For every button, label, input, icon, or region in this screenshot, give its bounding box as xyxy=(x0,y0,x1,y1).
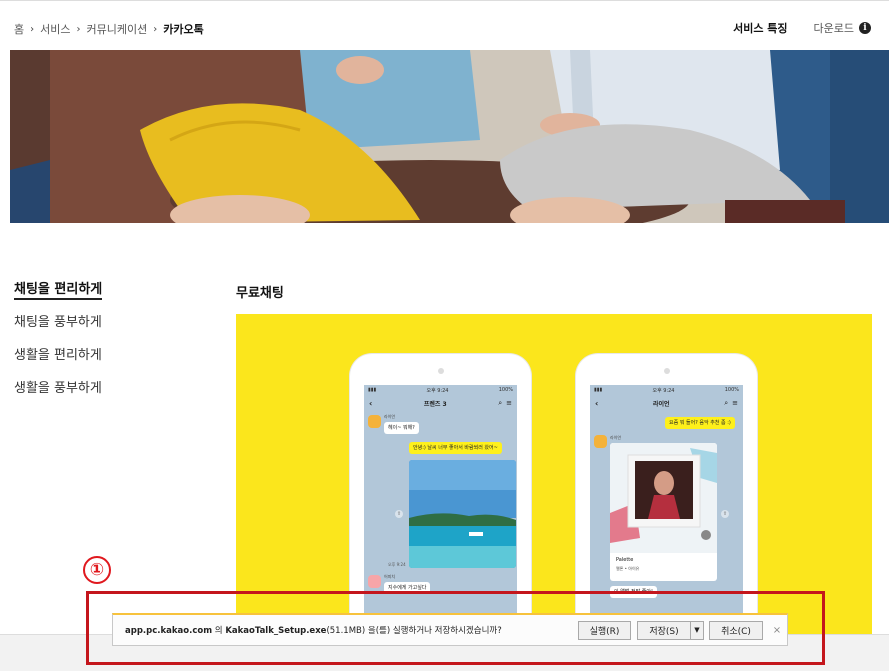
phone-screen: ▮▮▮ 오후 9:24 100% ‹ 라이언 ⌕ ≡ 요즘 뭐 들어? 음악 추천… xyxy=(590,385,743,634)
ryan-avatar xyxy=(594,435,607,448)
download-label: 다운로드 xyxy=(813,22,854,35)
music-share-card: Palette 멜론 • 아이유 xyxy=(610,443,717,581)
signal-icon: ▮▮▮ xyxy=(368,387,377,393)
shared-photo xyxy=(409,460,516,568)
apeach-avatar xyxy=(368,575,381,588)
chat-title-bar: ‹ 프렌즈 3 ⌕ ≡ xyxy=(364,395,517,411)
download-message-mid: 의 xyxy=(212,626,226,636)
sender-name: 라이언 xyxy=(384,414,396,419)
download-message-rest: (51.1MB) 을(를) 실행하거나 저장하시겠습니까? xyxy=(326,626,502,636)
side-menu-item-chat-rich[interactable]: 채팅을 풍부하게 xyxy=(14,315,154,348)
cancel-button[interactable]: 취소(C) xyxy=(709,620,763,640)
breadcrumb-separator: › xyxy=(30,23,35,35)
message-time: 오후 9:24 xyxy=(388,562,406,567)
top-bar: 홈 › 서비스 › 커뮤니케이션 › 카카오톡 서비스 특징 다운로드 i xyxy=(0,0,889,52)
annotation-number: ① xyxy=(83,556,111,584)
download-notification-bar: app.pc.kakao.com 의 KakaoTalk_Setup.exe(5… xyxy=(112,613,788,646)
side-menu-item-life-rich[interactable]: 생활을 풍부하게 xyxy=(14,381,154,414)
menu-icon: ≡ xyxy=(732,398,738,407)
breadcrumb: 홈 › 서비스 › 커뮤니케이션 › 카카오톡 xyxy=(14,21,204,37)
status-bar: ▮▮▮ 오후 9:24 100% xyxy=(364,385,517,395)
menu-icon: ≡ xyxy=(506,398,512,407)
download-site: app.pc.kakao.com xyxy=(125,626,213,636)
breadcrumb-service[interactable]: 서비스 xyxy=(40,21,70,37)
side-menu: 채팅을 편리하게 채팅을 풍부하게 생활을 편리하게 생활을 풍부하게 xyxy=(14,282,154,414)
download-message: app.pc.kakao.com 의 KakaoTalk_Setup.exe(5… xyxy=(125,624,572,636)
chat-room-title: 라이언 xyxy=(652,400,670,408)
share-icon: ⇪ xyxy=(395,510,403,518)
ryan-avatar xyxy=(368,415,381,428)
hero-image xyxy=(10,50,889,223)
chat-bubble: 지수에게 가고싶다 xyxy=(384,582,431,594)
phone-speaker xyxy=(663,368,670,374)
save-button[interactable]: 저장(S) xyxy=(637,620,691,640)
status-time: 오후 9:24 xyxy=(652,387,675,394)
section-title: 무료채팅 xyxy=(236,286,284,301)
close-icon[interactable]: × xyxy=(767,625,787,636)
battery-level: 100% xyxy=(498,387,513,393)
side-menu-item-label: 생활을 편리하게 xyxy=(14,348,102,363)
run-button[interactable]: 실행(R) xyxy=(578,620,631,640)
side-menu-item-label: 채팅을 풍부하게 xyxy=(14,315,102,330)
signal-icon: ▮▮▮ xyxy=(594,387,603,393)
phone-screen: ▮▮▮ 오후 9:24 100% ‹ 프렌즈 3 ⌕ ≡ 라이언 헤이~ 뭐해? … xyxy=(364,385,517,634)
battery-level: 100% xyxy=(724,387,739,393)
side-menu-item-chat-convenient[interactable]: 채팅을 편리하게 xyxy=(14,282,154,315)
hero-illustration xyxy=(10,50,889,223)
phone-speaker xyxy=(437,368,444,374)
download-link[interactable]: 다운로드 i xyxy=(814,20,871,36)
sender-name: 어피치 xyxy=(384,574,396,579)
breadcrumb-communication[interactable]: 커뮤니케이션 xyxy=(87,21,148,37)
side-menu-item-label: 생활을 풍부하게 xyxy=(14,381,102,396)
save-options-dropdown[interactable]: ▼ xyxy=(691,620,704,640)
card-subtitle: 멜론 • 아이유 xyxy=(616,566,640,571)
card-title: Palette xyxy=(616,557,634,563)
search-icon: ⌕ xyxy=(724,398,729,407)
download-info-icon: i xyxy=(859,22,871,34)
breadcrumb-separator: › xyxy=(76,23,81,35)
share-icon: ⇪ xyxy=(721,510,729,518)
status-bar: ▮▮▮ 오후 9:24 100% xyxy=(590,385,743,395)
service-feature-link[interactable]: 서비스 특징 xyxy=(733,20,787,36)
phone-mockup-music: ▮▮▮ 오후 9:24 100% ‹ 라이언 ⌕ ≡ 요즘 뭐 들어? 음악 추천… xyxy=(576,354,757,634)
breadcrumb-separator: › xyxy=(153,23,158,35)
feature-showcase: ▮▮▮ 오후 9:24 100% ‹ 프렌즈 3 ⌕ ≡ 라이언 헤이~ 뭐해? … xyxy=(236,314,872,634)
status-time: 오후 9:24 xyxy=(426,387,449,394)
phone-mockup-chat: ▮▮▮ 오후 9:24 100% ‹ 프렌즈 3 ⌕ ≡ 라이언 헤이~ 뭐해? … xyxy=(350,354,531,634)
chat-room-title: 프렌즈 3 xyxy=(423,400,447,408)
sender-name: 라이언 xyxy=(610,435,622,440)
search-icon: ⌕ xyxy=(498,398,503,407)
chat-bubble: 안녕:) 날씨 너무 좋아서 바람쐬러 왔어~ xyxy=(409,442,502,454)
side-menu-item-life-convenient[interactable]: 생활을 편리하게 xyxy=(14,348,154,381)
chat-bubble: 이 앨범 정말 좋아! xyxy=(610,586,657,598)
chat-title-bar: ‹ 라이언 ⌕ ≡ xyxy=(590,395,743,411)
breadcrumb-home[interactable]: 홈 xyxy=(14,21,24,37)
chat-bubble: 요즘 뭐 들어? 음악 추천 좀 :) xyxy=(665,417,735,429)
breadcrumb-kakaotalk[interactable]: 카카오톡 xyxy=(163,21,203,37)
top-nav: 서비스 특징 다운로드 i xyxy=(733,20,871,36)
chevron-down-icon: ▼ xyxy=(694,626,700,634)
chat-bubble: 헤이~ 뭐해? xyxy=(384,422,419,434)
download-filename: KakaoTalk_Setup.exe xyxy=(225,626,327,636)
side-menu-item-label: 채팅을 편리하게 xyxy=(14,282,103,300)
